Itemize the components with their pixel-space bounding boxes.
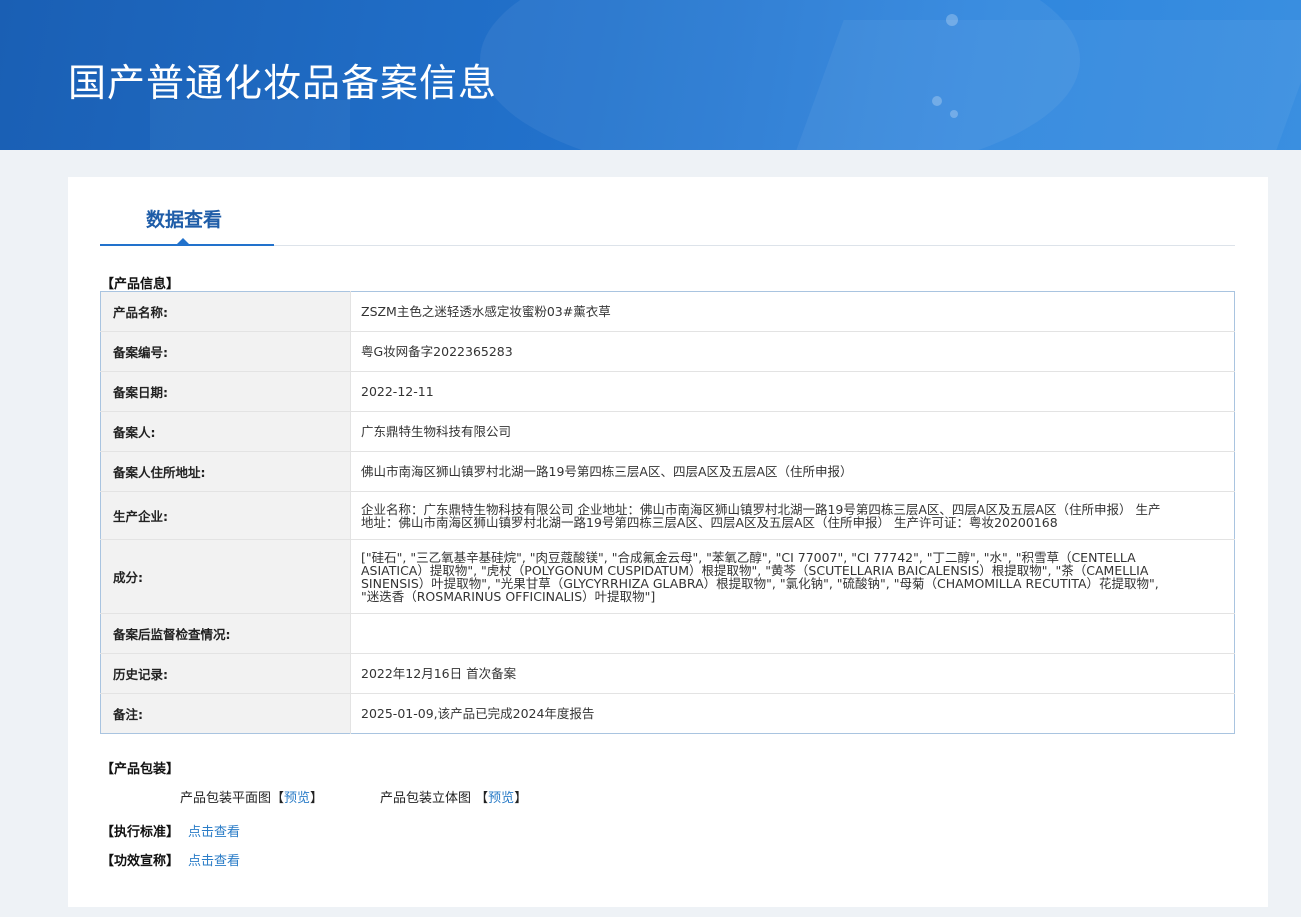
row-label: 备案后监督检查情况: <box>100 613 351 654</box>
row-label: 成分: <box>100 539 351 614</box>
efficacy-view-link[interactable]: 点击查看 <box>188 854 240 869</box>
table-row: 备案编号: 粤G妆网备字2022365283 <box>100 331 1235 372</box>
preview-flat-link[interactable]: 预览 <box>284 791 310 806</box>
product-info-table: 产品名称: ZSZM主色之迷轻透水感定妆蜜粉03#薰衣草 备案编号: 粤G妆网备… <box>100 291 1235 734</box>
product-info-title: 【产品信息】 <box>101 277 180 292</box>
banner-decoration <box>796 20 1301 150</box>
table-row: 生产企业: 企业名称：广东鼎特生物科技有限公司 企业地址：佛山市南海区狮山镇罗村… <box>100 491 1235 540</box>
table-row: 备案日期: 2022-12-11 <box>100 371 1235 412</box>
row-label: 备案人住所地址: <box>100 451 351 492</box>
row-value <box>350 613 1235 654</box>
bracket: 】 <box>514 791 528 806</box>
packaging-title: 【产品包装】 <box>101 762 180 777</box>
table-row: 备案人住所地址: 佛山市南海区狮山镇罗村北湖一路19号第四栋三层A区、四层A区及… <box>100 451 1235 492</box>
row-label: 备注: <box>100 693 351 734</box>
row-value: ZSZM主色之迷轻透水感定妆蜜粉03#薰衣草 <box>350 291 1235 332</box>
banner-dot <box>932 96 942 106</box>
tab-indicator-caret <box>176 238 190 245</box>
row-label: 备案日期: <box>100 371 351 412</box>
row-value: 2025-01-09,该产品已完成2024年度报告 <box>361 706 595 721</box>
row-value: ["硅石", "三乙氧基辛基硅烷", "肉豆蔻酸镁", "合成氟金云母", "苯… <box>350 539 1235 614</box>
banner-dot <box>946 14 958 26</box>
row-value: 粤G妆网备字2022365283 <box>350 331 1235 372</box>
standard-view-link[interactable]: 点击查看 <box>188 825 240 840</box>
row-value: 2022-12-11 <box>350 371 1235 412</box>
efficacy-label: 【功效宣称】 <box>101 854 180 869</box>
packaging-solid: 产品包装立体图 【预览】 <box>380 787 527 806</box>
table-row: 成分: ["硅石", "三乙氧基辛基硅烷", "肉豆蔻酸镁", "合成氟金云母"… <box>100 539 1235 614</box>
table-row: 备案人: 广东鼎特生物科技有限公司 <box>100 411 1235 452</box>
bracket: 】 <box>310 791 324 806</box>
row-value: 佛山市南海区狮山镇罗村北湖一路19号第四栋三层A区、四层A区及五层A区（住所申报… <box>350 451 1235 492</box>
row-label: 历史记录: <box>100 653 351 694</box>
row-value: 企业名称：广东鼎特生物科技有限公司 企业地址：佛山市南海区狮山镇罗村北湖一路19… <box>350 491 1235 540</box>
row-label: 生产企业: <box>100 491 351 540</box>
banner-dot <box>950 110 958 118</box>
table-row: 备案后监督检查情况: <box>100 613 1235 654</box>
header-banner: 国产普通化妆品备案信息 <box>0 0 1301 150</box>
row-label: 备案人: <box>100 411 351 452</box>
bracket: 【 <box>271 791 285 806</box>
page-title: 国产普通化妆品备案信息 <box>68 61 498 105</box>
efficacy-row: 【功效宣称】 点击查看 <box>101 850 240 869</box>
row-label: 备案编号: <box>100 331 351 372</box>
standard-label: 【执行标准】 <box>101 825 180 840</box>
standard-row: 【执行标准】 点击查看 <box>101 821 240 840</box>
packaging-flat-label: 产品包装平面图 <box>180 791 272 806</box>
banner-decoration <box>150 100 350 150</box>
bracket: 【 <box>475 791 489 806</box>
table-row: 历史记录: 2022年12月16日 首次备案 <box>100 653 1235 694</box>
tab-label: 数据查看 <box>146 209 223 231</box>
tab-data-view[interactable]: 数据查看 <box>100 177 274 246</box>
packaging-solid-label: 产品包装立体图 <box>380 791 472 806</box>
packaging-flat: 产品包装平面图【预览】 <box>180 787 323 806</box>
table-row: 产品名称: ZSZM主色之迷轻透水感定妆蜜粉03#薰衣草 <box>100 291 1235 332</box>
row-value: 2022年12月16日 首次备案 <box>350 653 1235 694</box>
row-label: 产品名称: <box>100 291 351 332</box>
table-row: 备注: 2025-01-09,该产品已完成2024年度报告 <box>100 693 1235 734</box>
content-card: 数据查看 【产品信息】 产品名称: ZSZM主色之迷轻透水感定妆蜜粉03#薰衣草… <box>68 177 1268 907</box>
preview-solid-link[interactable]: 预览 <box>488 791 514 806</box>
tab-bar: 数据查看 <box>100 177 1235 246</box>
row-value: 广东鼎特生物科技有限公司 <box>350 411 1235 452</box>
